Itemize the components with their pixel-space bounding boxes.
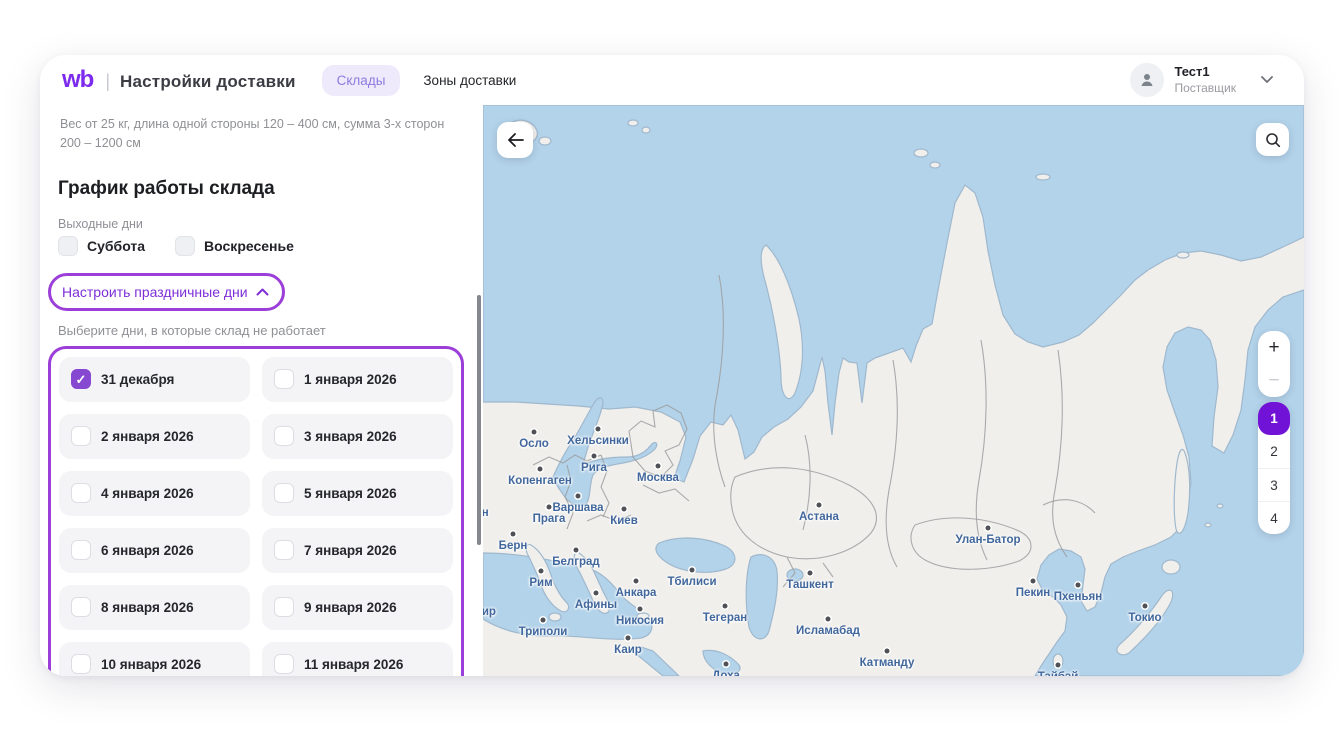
dimensions-note: Вес от 25 кг, длина одной стороны 120 – …: [60, 115, 452, 154]
wb-logo: wb: [62, 66, 93, 94]
map-page-4[interactable]: 4: [1258, 501, 1290, 534]
holiday-date-label: 10 января 2026: [101, 657, 201, 672]
holiday-date-item-8[interactable]: 8 января 2026: [59, 585, 250, 630]
zoom-out-button[interactable]: −: [1258, 364, 1290, 397]
holiday-date-item-11[interactable]: 11 января 2026: [262, 642, 453, 676]
tab-warehouses[interactable]: Склады: [322, 65, 401, 96]
person-icon: [1138, 71, 1156, 89]
tab-delivery-zones[interactable]: Зоны доставки: [408, 65, 531, 96]
checkbox-icon[interactable]: [274, 540, 294, 560]
arrow-left-icon: [507, 133, 524, 147]
checkbox-icon[interactable]: [71, 654, 91, 674]
schedule-title: График работы склада: [58, 178, 463, 200]
user-name: Тест1: [1174, 64, 1236, 80]
header: wb | Настройки доставки Склады Зоны дост…: [40, 55, 1304, 105]
holiday-date-label: 5 января 2026: [304, 486, 397, 501]
avatar: [1130, 63, 1164, 97]
holiday-date-label: 1 января 2026: [304, 372, 397, 387]
chevron-down-icon: [1260, 71, 1274, 89]
brand: wb | Настройки доставки: [62, 66, 296, 94]
holiday-toggle-label: Настроить праздничные дни: [62, 284, 248, 300]
map-page-selector: 1234: [1258, 402, 1290, 534]
holiday-date-label: 11 января 2026: [304, 657, 403, 672]
delivery-settings-window: wb | Настройки доставки Склады Зоны дост…: [40, 55, 1304, 676]
weekend-checkbox-0[interactable]: Суббота: [58, 236, 145, 256]
holiday-date-label: 6 января 2026: [101, 543, 194, 558]
holiday-toggle-button[interactable]: Настроить праздничные дни: [48, 273, 285, 311]
search-icon: [1265, 132, 1281, 148]
holiday-date-item-5[interactable]: 5 января 2026: [262, 471, 453, 516]
weekend-day-label: Суббота: [87, 238, 145, 254]
holiday-date-item-2[interactable]: 2 января 2026: [59, 414, 250, 459]
map-artwork: [483, 105, 1304, 676]
holiday-date-label: 2 января 2026: [101, 429, 194, 444]
checkbox-icon[interactable]: [274, 369, 294, 389]
holiday-date-label: 7 января 2026: [304, 543, 397, 558]
checkbox-icon[interactable]: [71, 597, 91, 617]
logo-divider: |: [105, 71, 110, 92]
zoom-control: + −: [1258, 331, 1290, 397]
holiday-date-item-10[interactable]: 10 января 2026: [59, 642, 250, 676]
holiday-date-label: 8 января 2026: [101, 600, 194, 615]
holiday-date-label: 3 января 2026: [304, 429, 397, 444]
holiday-date-item-9[interactable]: 9 января 2026: [262, 585, 453, 630]
checkbox-icon[interactable]: [175, 236, 195, 256]
select-days-hint: Выберите дни, в которые склад не работае…: [58, 323, 463, 338]
holiday-date-item-1[interactable]: 1 января 2026: [262, 357, 453, 402]
panel-scrollbar[interactable]: [477, 295, 481, 545]
holiday-days-box: ✓ 31 декабря 1 января 2026 2 января 2026 3 я…: [48, 346, 464, 676]
weekend-day-label: Воскресенье: [204, 238, 294, 254]
holiday-date-item-6[interactable]: 6 января 2026: [59, 528, 250, 573]
weekend-label: Выходные дни: [58, 217, 463, 231]
checkbox-icon[interactable]: [274, 426, 294, 446]
map-page-2[interactable]: 2: [1258, 435, 1290, 468]
holiday-date-item-3[interactable]: 3 января 2026: [262, 414, 453, 459]
checkbox-checked-icon[interactable]: ✓: [71, 369, 91, 389]
chevron-up-icon: [256, 283, 269, 301]
weekend-checkbox-1[interactable]: Воскресенье: [175, 236, 294, 256]
weekend-checkbox-group: Суббота Воскресенье: [58, 236, 463, 256]
user-role: Поставщик: [1174, 81, 1236, 96]
checkbox-icon[interactable]: [71, 540, 91, 560]
map-canvas[interactable]: ЛондонОслоХельсинкиРигаКопенгагенМоскваВ…: [483, 105, 1304, 676]
header-tabs: Склады Зоны доставки: [322, 65, 532, 96]
holiday-date-label: 4 января 2026: [101, 486, 194, 501]
holiday-date-item-4[interactable]: 4 января 2026: [59, 471, 250, 516]
map-page-1[interactable]: 1: [1258, 402, 1290, 435]
holiday-date-label: 9 января 2026: [304, 600, 397, 615]
holiday-date-label: 31 декабря: [101, 372, 174, 387]
search-button[interactable]: [1256, 123, 1289, 156]
map-page-3[interactable]: 3: [1258, 468, 1290, 501]
checkbox-icon[interactable]: [274, 654, 294, 674]
checkbox-icon[interactable]: [274, 597, 294, 617]
checkbox-icon[interactable]: [71, 426, 91, 446]
holiday-date-item-7[interactable]: 7 января 2026: [262, 528, 453, 573]
page-title: Настройки доставки: [120, 72, 296, 92]
checkbox-icon[interactable]: [274, 483, 294, 503]
checkbox-icon[interactable]: [71, 483, 91, 503]
user-menu[interactable]: Тест1 Поставщик: [1130, 55, 1274, 105]
zoom-in-button[interactable]: +: [1258, 331, 1290, 364]
holiday-date-item-0[interactable]: ✓ 31 декабря: [59, 357, 250, 402]
warehouse-settings-panel: Вес от 25 кг, длина одной стороны 120 – …: [40, 105, 483, 676]
checkbox-icon[interactable]: [58, 236, 78, 256]
back-button[interactable]: [497, 122, 533, 158]
holiday-grid: ✓ 31 декабря 1 января 2026 2 января 2026 3 я…: [59, 357, 453, 676]
